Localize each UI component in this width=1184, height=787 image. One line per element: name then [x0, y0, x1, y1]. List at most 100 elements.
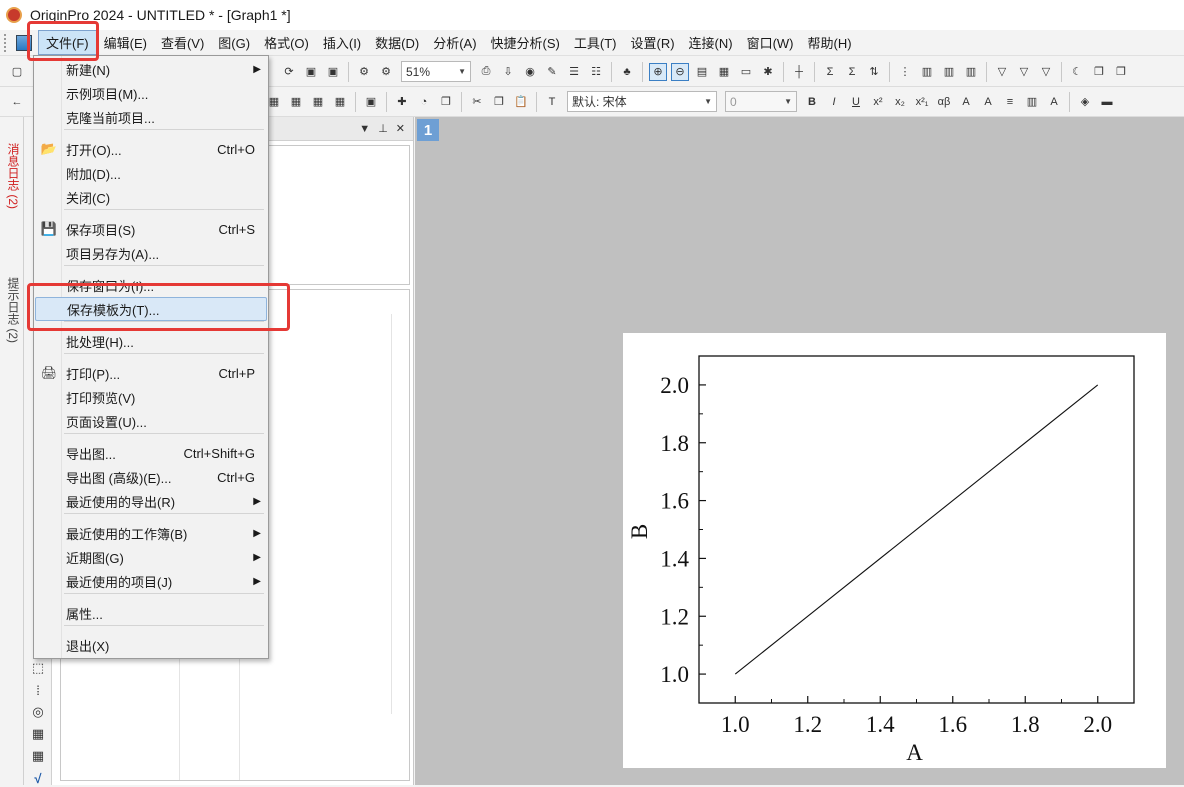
- menu-graph[interactable]: 图(G): [211, 31, 257, 54]
- clear-filter-icon[interactable]: ▽: [1015, 63, 1033, 81]
- merge-all-icon[interactable]: ▦: [287, 93, 305, 111]
- sort-icon[interactable]: ⇅: [865, 63, 883, 81]
- font-size-combo[interactable]: 0 ▼: [725, 91, 797, 112]
- file-menu-item-export-graphs[interactable]: 导出图... Ctrl+Shift+G: [35, 441, 267, 465]
- increase-font-button[interactable]: A: [957, 93, 975, 111]
- file-menu-item-close[interactable]: 关闭(C): [35, 185, 267, 209]
- menu-tools[interactable]: 工具(T): [567, 31, 624, 54]
- file-menu-item-print[interactable]: 🖨 打印(P)... Ctrl+P: [35, 361, 267, 385]
- recalculate-manual-icon[interactable]: ⚙: [377, 63, 395, 81]
- file-menu-item-recent-books[interactable]: 最近使用的工作簿(B) ▶: [35, 521, 267, 545]
- superscript-button[interactable]: x²: [869, 93, 887, 111]
- menu-data[interactable]: 数据(D): [368, 31, 426, 54]
- font-combo[interactable]: 默认: 宋体 ▼: [567, 91, 717, 112]
- panel-menu-icon[interactable]: ▼: [359, 123, 370, 135]
- arrow-left-icon[interactable]: ←: [8, 93, 26, 111]
- note-icon[interactable]: ✎: [543, 63, 561, 81]
- command-window-icon[interactable]: ▭: [737, 63, 755, 81]
- select-icon[interactable]: ⬚: [29, 659, 47, 677]
- paste-format-icon[interactable]: ❐: [1112, 63, 1130, 81]
- results-log-icon[interactable]: ▤: [693, 63, 711, 81]
- graph-window-number[interactable]: 1: [417, 119, 439, 141]
- extract-icon[interactable]: ▦: [309, 93, 327, 111]
- sum-icon[interactable]: Σ: [821, 63, 839, 81]
- menu-analysis[interactable]: 分析(A): [426, 31, 483, 54]
- data-reader-icon[interactable]: ⁞: [29, 681, 47, 699]
- subscript-button[interactable]: x₂: [891, 93, 909, 111]
- cut-icon[interactable]: ✂: [468, 93, 486, 111]
- save-icon[interactable]: ▣: [302, 63, 320, 81]
- equation-icon[interactable]: √: [29, 769, 47, 787]
- layer-copy-icon[interactable]: ❐: [437, 93, 455, 111]
- new-file-icon[interactable]: ▢: [8, 63, 26, 81]
- menu-help[interactable]: 帮助(H): [801, 31, 859, 54]
- italic-button[interactable]: I: [825, 93, 843, 111]
- zoom-combo[interactable]: 51% ▼: [401, 61, 471, 82]
- menu-window[interactable]: 窗口(W): [740, 31, 801, 54]
- refresh-icon[interactable]: ⟳: [280, 63, 298, 81]
- graph-page[interactable]: 1.0 1.2 1.4 1.6 1.8 2.0 1.0 1.2 1.4 1.6 1.8 2.0 A B: [623, 333, 1166, 768]
- file-menu-item-batch-processing[interactable]: 批处理(H)...: [35, 329, 267, 353]
- filter-icon[interactable]: ▽: [993, 63, 1011, 81]
- row-numbers-icon[interactable]: ⋮: [896, 63, 914, 81]
- file-menu-item-save-project-as[interactable]: 项目另存为(A)...: [35, 241, 267, 265]
- screen-reader-icon[interactable]: ◎: [29, 703, 47, 721]
- file-menu-item-properties[interactable]: 属性...: [35, 601, 267, 625]
- stacked-chart-icon[interactable]: ▥: [962, 63, 980, 81]
- file-menu-item-recent-exports[interactable]: 最近使用的导出(R) ▶: [35, 489, 267, 513]
- histogram-icon[interactable]: ▥: [918, 63, 936, 81]
- layer-add-icon[interactable]: ✚: [393, 93, 411, 111]
- code-builder-icon[interactable]: ✱: [759, 63, 777, 81]
- add-column-icon[interactable]: ┼: [790, 63, 808, 81]
- bold-button[interactable]: B: [803, 93, 821, 111]
- layer-icon[interactable]: ☷: [587, 63, 605, 81]
- font-color-icon[interactable]: A: [1045, 93, 1063, 111]
- import-icon[interactable]: ⇩: [499, 63, 517, 81]
- layout-icon[interactable]: ☰: [565, 63, 583, 81]
- group-icon[interactable]: ▦: [331, 93, 349, 111]
- column-chart-icon[interactable]: ▥: [940, 63, 958, 81]
- file-menu-item-append[interactable]: 附加(D)...: [35, 161, 267, 185]
- filter-options-icon[interactable]: ▽: [1037, 63, 1055, 81]
- paste-icon[interactable]: 📋: [512, 93, 530, 111]
- moon-icon[interactable]: ☾: [1068, 63, 1086, 81]
- recalculate-icon[interactable]: ⚙: [355, 63, 373, 81]
- tree-icon[interactable]: ♣: [618, 63, 636, 81]
- copy-format-icon[interactable]: ❐: [1090, 63, 1108, 81]
- file-menu-item-open[interactable]: 📂 打开(O)... Ctrl+O: [35, 137, 267, 161]
- line-color-icon[interactable]: ▬: [1098, 93, 1116, 111]
- decrease-font-button[interactable]: A: [979, 93, 997, 111]
- menu-connectivity[interactable]: 连接(N): [682, 31, 740, 54]
- layer-rotate-icon[interactable]: ◔: [415, 93, 433, 111]
- zoom-out-icon[interactable]: ⊖: [671, 62, 689, 81]
- mask-icon[interactable]: ▦: [29, 725, 47, 743]
- file-menu-item-example-projects[interactable]: 示例项目(M)...: [35, 81, 267, 105]
- pin-icon[interactable]: ⊥: [378, 122, 388, 135]
- zoom-in-icon[interactable]: ⊕: [649, 62, 667, 81]
- file-menu-item-recent-projects[interactable]: 最近使用的项目(J) ▶: [35, 569, 267, 593]
- save-template-icon[interactable]: ▣: [324, 63, 342, 81]
- supersubscript-button[interactable]: x²₁: [913, 93, 931, 111]
- menu-format[interactable]: 格式(O): [257, 31, 316, 54]
- file-menu-item-exit[interactable]: 退出(X): [35, 633, 267, 657]
- menu-insert[interactable]: 插入(I): [316, 31, 368, 54]
- file-menu-item-print-preview[interactable]: 打印预览(V): [35, 385, 267, 409]
- file-menu-item-page-setup[interactable]: 页面设置(U)...: [35, 409, 267, 433]
- messages-log-tab[interactable]: 消息日志 (2): [2, 121, 22, 231]
- add-layer-icon[interactable]: ▣: [362, 93, 380, 111]
- chart[interactable]: 1.0 1.2 1.4 1.6 1.8 2.0 1.0 1.2 1.4 1.6 1.8 2.0 A B: [623, 333, 1166, 768]
- camera-icon[interactable]: ◉: [521, 63, 539, 81]
- file-menu-item-recent-graphs[interactable]: 近期图(G) ▶: [35, 545, 267, 569]
- statistics-icon[interactable]: Σ: [843, 63, 861, 81]
- file-menu-item-save-project[interactable]: 💾 保存项目(S) Ctrl+S: [35, 217, 267, 241]
- menu-edit[interactable]: 编辑(E): [97, 31, 154, 54]
- file-menu-item-clone-project[interactable]: 克隆当前项目...: [35, 105, 267, 129]
- align-icon[interactable]: ≡: [1001, 93, 1019, 111]
- print-icon[interactable]: ⎙: [477, 63, 495, 81]
- pattern-icon[interactable]: ▥: [1023, 93, 1041, 111]
- menu-settings[interactable]: 设置(R): [623, 31, 681, 54]
- notes-icon[interactable]: ▦: [715, 63, 733, 81]
- menu-quick-analysis[interactable]: 快捷分析(S): [484, 31, 567, 54]
- file-menu-item-export-graphs-advanced[interactable]: 导出图 (高级)(E)... Ctrl+G: [35, 465, 267, 489]
- menu-view[interactable]: 查看(V): [154, 31, 211, 54]
